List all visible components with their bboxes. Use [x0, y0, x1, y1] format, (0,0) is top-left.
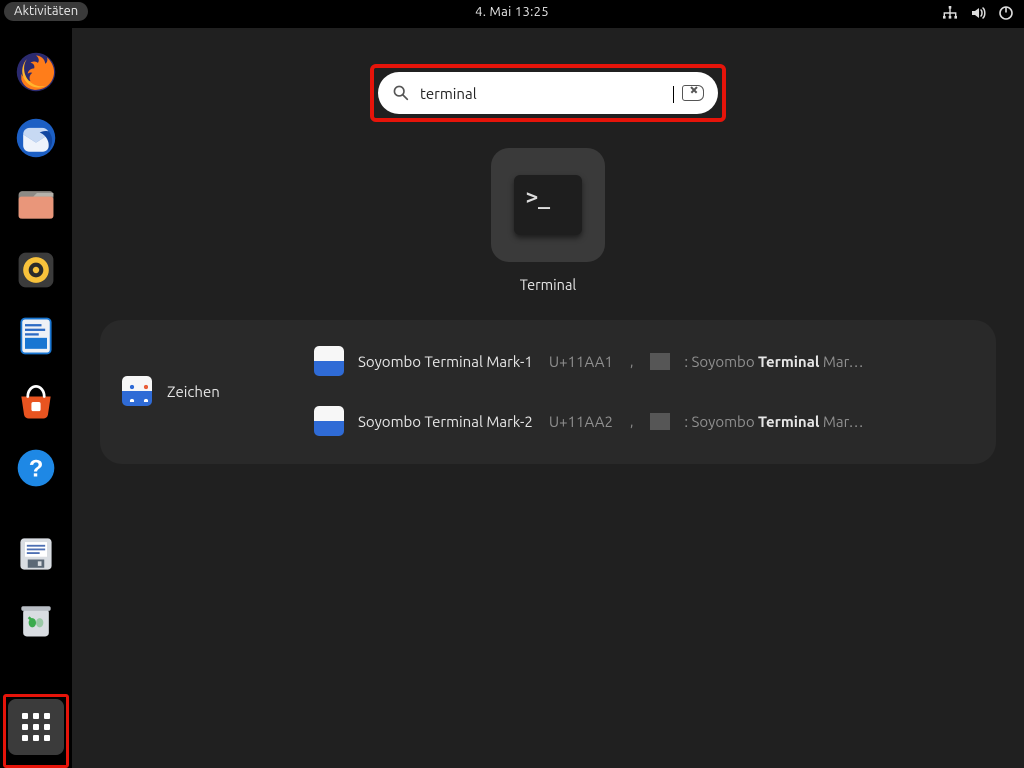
search-query-text: terminal [420, 85, 672, 102]
app-result-label: Terminal [482, 276, 614, 293]
provider-source-label: Zeichen [167, 383, 220, 400]
dock-writer-icon[interactable] [12, 312, 60, 360]
char-code: U+11AA1 [549, 353, 613, 370]
char-preview [650, 413, 670, 430]
activities-button[interactable]: Aktivitäten [4, 2, 88, 21]
dock-help-icon[interactable]: ? [12, 444, 60, 492]
dock: ? [0, 28, 72, 768]
top-bar: Aktivitäten 4. Mai 13:25 [0, 0, 1024, 28]
show-apps-highlight [3, 694, 69, 768]
search-field[interactable]: terminal [378, 72, 718, 114]
char-name: Soyombo Terminal Mark-2 [358, 413, 533, 430]
overview: terminal >_ Terminal Zeichen Soyombo Ter… [72, 28, 1024, 768]
characters-app-icon [122, 376, 152, 406]
char-preview [650, 353, 670, 370]
volume-icon[interactable] [970, 5, 986, 24]
system-tray[interactable] [942, 0, 1014, 28]
search-icon [392, 84, 410, 102]
provider-source[interactable]: Zeichen [122, 376, 292, 406]
svg-text:?: ? [29, 455, 44, 482]
dock-firefox-icon[interactable] [12, 48, 60, 96]
terminal-app-icon: >_ [491, 148, 605, 262]
network-icon[interactable] [942, 5, 958, 24]
glyph-icon [314, 346, 344, 376]
char-desc: : Soyombo Terminal Mar… [684, 353, 863, 370]
show-applications-button[interactable] [8, 699, 64, 755]
dock-save-icon[interactable] [12, 530, 60, 578]
characters-provider-panel: Zeichen Soyombo Terminal Mark-1 U+11AA1,… [100, 320, 996, 464]
power-icon[interactable] [998, 5, 1014, 24]
dock-rhythmbox-icon[interactable] [12, 246, 60, 294]
character-result[interactable]: Soyombo Terminal Mark-2 U+11AA2, : Soyom… [314, 400, 974, 442]
char-desc: : Soyombo Terminal Mar… [684, 413, 863, 430]
dock-files-icon[interactable] [12, 180, 60, 228]
dock-software-icon[interactable] [12, 378, 60, 426]
app-result-terminal[interactable]: >_ Terminal [482, 148, 614, 293]
glyph-icon [314, 406, 344, 436]
dock-thunderbird-icon[interactable] [12, 114, 60, 162]
char-name: Soyombo Terminal Mark-1 [358, 353, 533, 370]
char-code: U+11AA2 [549, 413, 613, 430]
search-highlight: terminal [370, 64, 726, 122]
clock[interactable]: 4. Mai 13:25 [475, 5, 549, 19]
dock-trash-icon[interactable] [12, 596, 60, 644]
clear-search-icon[interactable] [682, 85, 704, 101]
character-result[interactable]: Soyombo Terminal Mark-1 U+11AA1, : Soyom… [314, 340, 974, 382]
